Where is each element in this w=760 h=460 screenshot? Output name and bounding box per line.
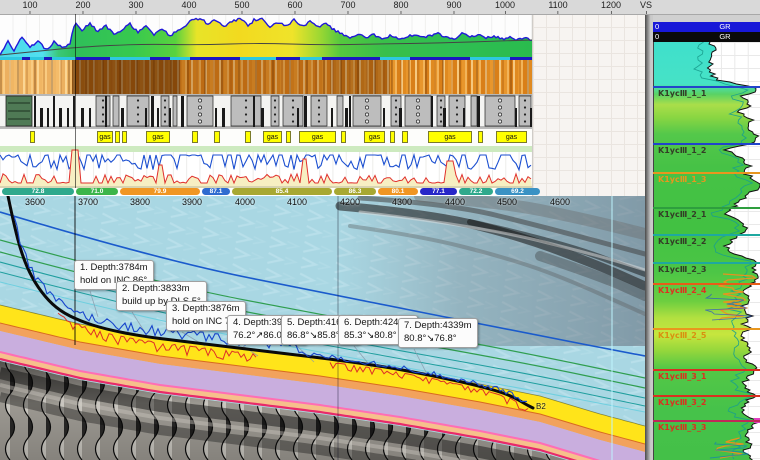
log-curves-track [0, 146, 532, 188]
gas-tag: gas [428, 131, 472, 143]
formation-label: K1ycⅢ_2_5 [658, 331, 706, 340]
gas-tag [245, 131, 251, 143]
section-marker-line [75, 14, 76, 188]
lithology-track [0, 94, 532, 128]
formation-top-line [653, 262, 760, 264]
interval-average-segment[interactable]: 86.3 [334, 188, 376, 195]
gas-tag: gas [97, 131, 113, 143]
ruler-tick: 900 [446, 0, 461, 14]
interval-average-segment[interactable]: 72.2 [459, 188, 493, 195]
gas-tag [214, 131, 220, 143]
interval-average-segment[interactable]: 85.4 [232, 188, 332, 195]
lithology-canvas [0, 94, 532, 128]
formation-top-line [653, 420, 760, 422]
interval-average-segment[interactable]: 77.1 [420, 188, 457, 195]
gas-tag: gas [299, 131, 336, 143]
ruler-tick: 400 [181, 0, 196, 14]
gr-track [0, 14, 532, 60]
formation-label: K1ycⅢ_3_1 [658, 372, 706, 381]
heatmap-track [0, 60, 532, 94]
ruler-tick: VS [640, 0, 652, 14]
panel-divider[interactable] [645, 14, 653, 460]
gas-tag [390, 131, 395, 143]
gas-tag: gas [263, 131, 282, 143]
geosteering-app: 100 200 300 400 500 600 700 800 900 1000 1100 1200 V… [0, 0, 760, 460]
gas-tag [192, 131, 198, 143]
gas-tag [286, 131, 291, 143]
ruler-tick: 1200 [601, 0, 621, 14]
formation-label: K1ycⅢ_2_4 [658, 286, 706, 295]
gr-header-row[interactable]: 0GR [653, 32, 760, 42]
formation-label: K1ycⅢ_1_3 [658, 175, 706, 184]
type-log-panel[interactable]: 0GR0GR K1ycⅢ_1_1 K1ycⅢ_1_2 K1ycⅢ_1_3 K1ycⅢ_… [653, 14, 760, 460]
formation-label: K1ycⅢ_2_1 [658, 210, 706, 219]
interval-average-segment[interactable]: 69.2 [495, 188, 540, 195]
formation-label: K1ycⅢ_1_2 [658, 146, 706, 155]
interval-average-segment[interactable]: 72.8 [2, 188, 74, 195]
gas-tag: gas [364, 131, 385, 143]
type-log-headers: 0GR0GR [653, 22, 760, 42]
ruler-tick: 500 [234, 0, 249, 14]
gr-curve-canvas [0, 14, 532, 60]
interval-average-bar: 72.871.079.987.185.486.380.177.172.269.2 [0, 188, 545, 196]
gas-tag: gas [146, 131, 170, 143]
formation-top-line [653, 143, 760, 145]
gas-tag [30, 131, 35, 143]
gr-header-row[interactable]: 0GR [653, 22, 760, 32]
formation-top-line [653, 86, 760, 88]
vs-ruler[interactable]: 100 200 300 400 500 600 700 800 900 1000 1100 1200 V… [0, 0, 760, 15]
trajectory-annotation[interactable]: 7. Depth:4339m80.8°↘76.8° [398, 318, 478, 348]
gas-tag [478, 131, 483, 143]
formation-label: K1ycⅢ_2_2 [658, 237, 706, 246]
ruler-tick: 300 [128, 0, 143, 14]
formation-top-line [653, 328, 760, 330]
interval-average-segment[interactable]: 79.9 [120, 188, 200, 195]
formation-top-line [653, 234, 760, 236]
gas-tag [115, 131, 120, 143]
formation-top-line [653, 283, 760, 285]
gas-tag [122, 131, 127, 143]
formation-top-line [653, 369, 760, 371]
ruler-tick: 800 [393, 0, 408, 14]
formation-label: K1ycⅢ_3_3 [658, 423, 706, 432]
gas-tag: gas [496, 131, 527, 143]
ruler-tick: 1000 [495, 0, 515, 14]
gas-tag [341, 131, 346, 143]
formation-top-line [653, 207, 760, 209]
gas-show-track: gas gas gas gas gas gas gas [0, 128, 532, 147]
interval-average-segment[interactable]: 71.0 [76, 188, 118, 195]
interval-average-segment[interactable]: 80.1 [378, 188, 418, 195]
ruler-tick: 100 [22, 0, 37, 14]
formation-label: K1ycⅢ_3_2 [658, 398, 706, 407]
empty-grid-area [532, 14, 646, 196]
log-track-panel[interactable]: gas gas gas gas gas gas gas [0, 14, 532, 196]
formation-label: K1ycⅢ_2_3 [658, 265, 706, 274]
formation-top-line [653, 395, 760, 397]
formation-label: K1ycⅢ_1_1 [658, 89, 706, 98]
gas-tag [402, 131, 408, 143]
formation-top-line [653, 172, 760, 174]
ruler-tick: 600 [287, 0, 302, 14]
ruler-tick: 700 [340, 0, 355, 14]
ruler-tick: 200 [75, 0, 90, 14]
target-label: B2 [536, 402, 546, 411]
log-curves-canvas [0, 146, 532, 188]
ruler-tick: 1100 [548, 0, 567, 14]
interval-average-segment[interactable]: 87.1 [202, 188, 230, 195]
